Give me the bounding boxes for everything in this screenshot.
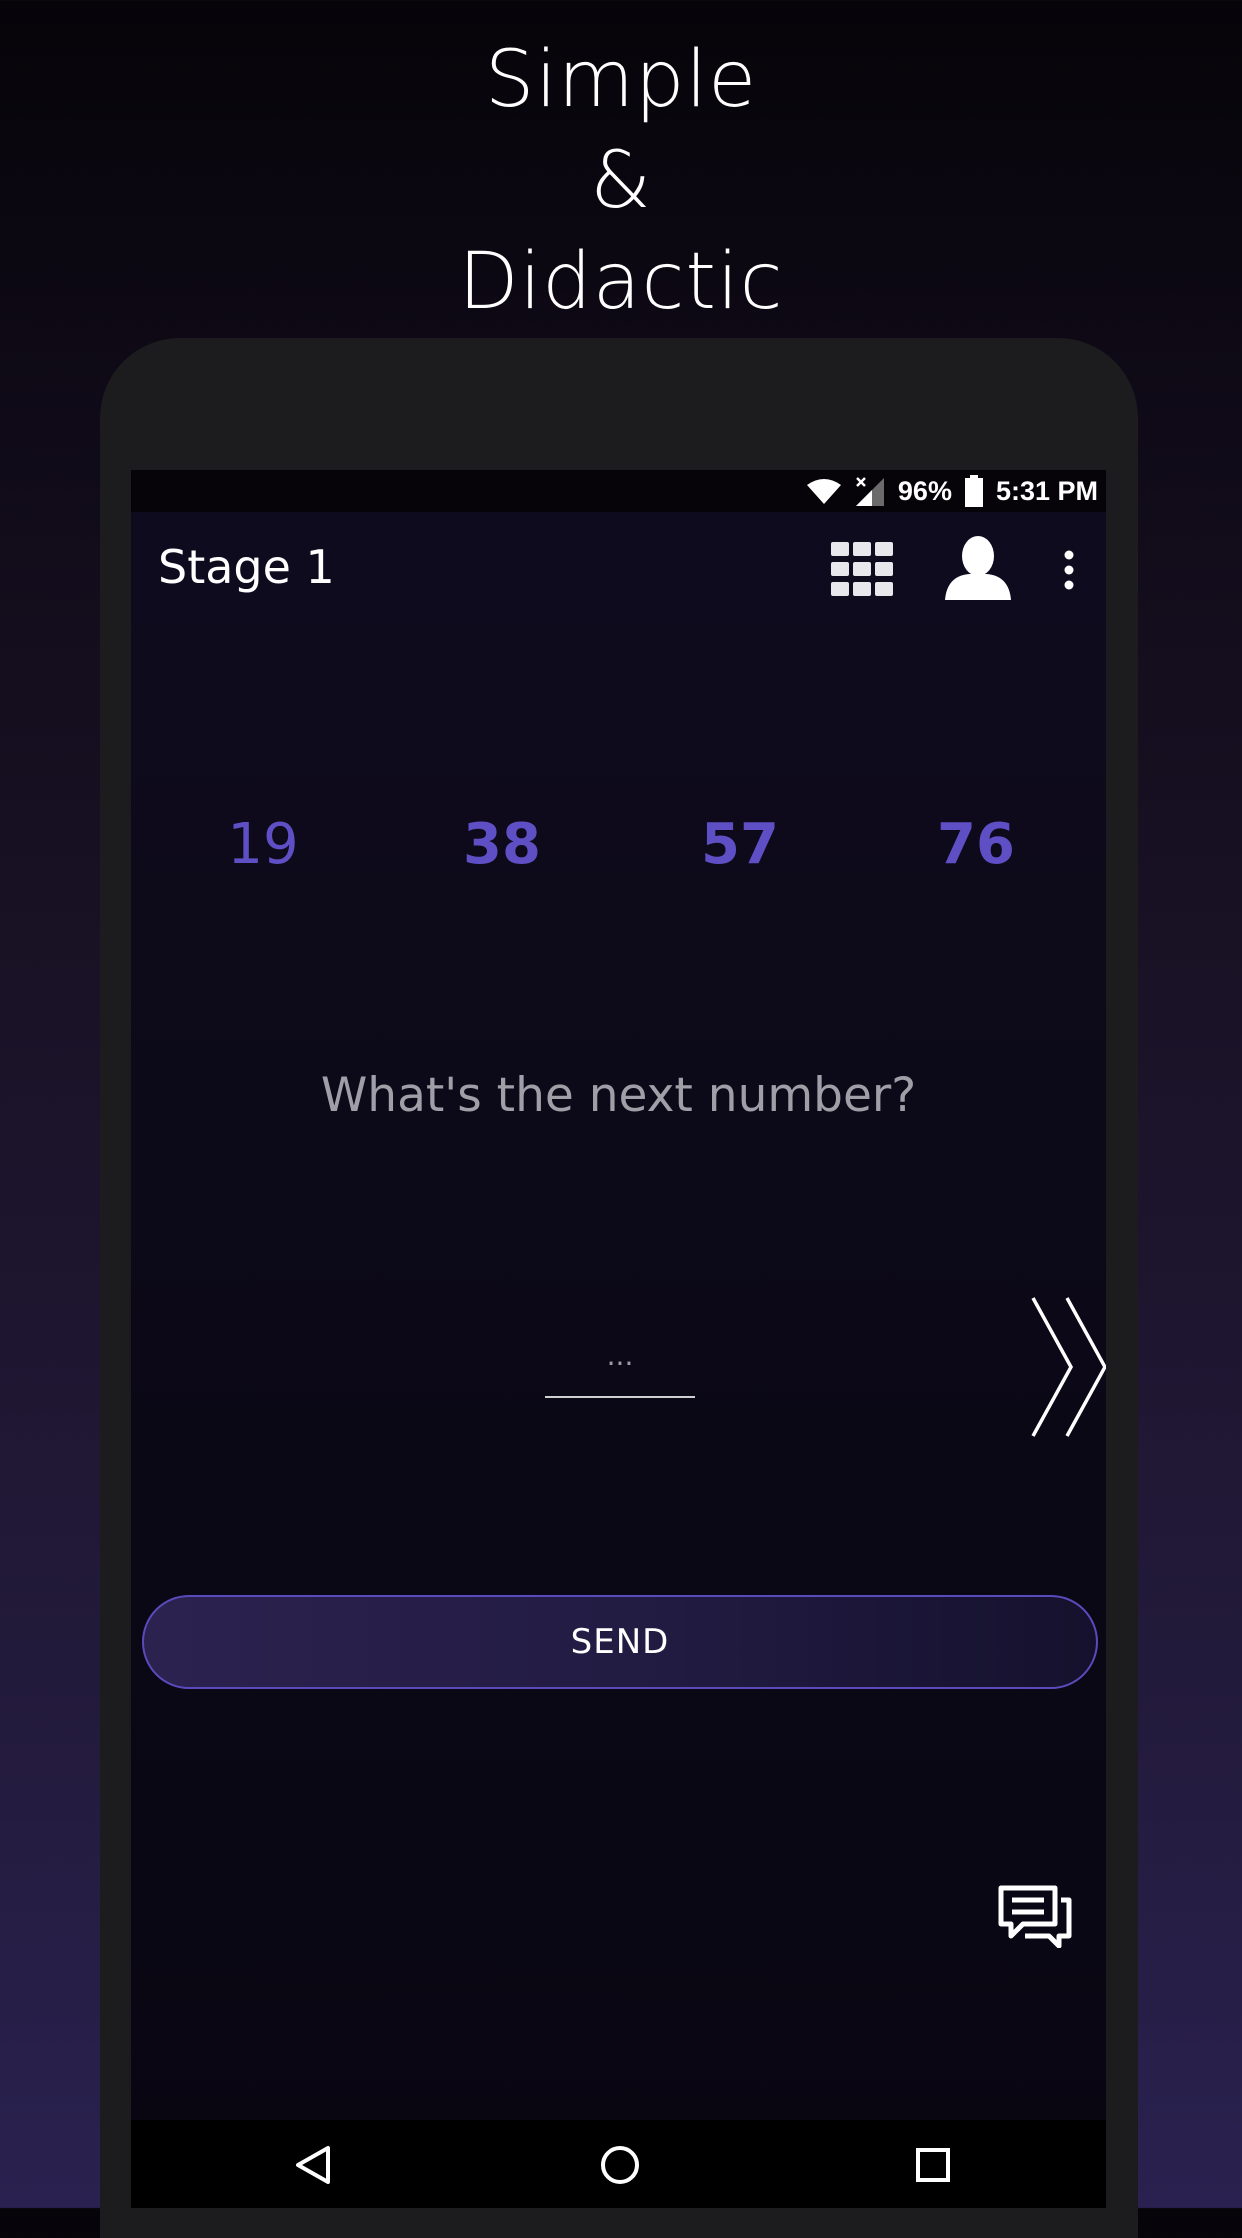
- skip-chevron-icon[interactable]: [1029, 1296, 1106, 1438]
- app-bar: Stage 1: [131, 512, 1106, 624]
- promo-line-1: Simple: [484, 35, 758, 125]
- back-icon[interactable]: [292, 2144, 332, 2186]
- status-bar: 96% 5:31 PM: [131, 470, 1106, 512]
- promo-headline: Simple & Didactic: [0, 30, 1242, 333]
- send-button[interactable]: SEND: [142, 1595, 1098, 1689]
- grid-icon[interactable]: [831, 542, 893, 596]
- system-nav-bar: [131, 2120, 1106, 2208]
- sequence-number: 57: [701, 812, 779, 877]
- sequence-number: 76: [937, 812, 1015, 877]
- clock-time: 5:31 PM: [995, 475, 1098, 506]
- recents-icon[interactable]: [915, 2147, 951, 2183]
- battery-icon: [964, 475, 983, 507]
- wifi-icon: [806, 479, 841, 504]
- promo-line-2: &: [590, 136, 652, 226]
- question-text: What's the next number?: [320, 1068, 917, 1123]
- overflow-menu-icon[interactable]: [1063, 550, 1075, 590]
- app-screen: 96% 5:31 PM Stage 1 19 38 57 76 What's t…: [131, 470, 1106, 2208]
- home-icon[interactable]: [600, 2145, 640, 2185]
- promo-line-3: Didactic: [458, 237, 784, 327]
- answer-input[interactable]: ...: [545, 1336, 695, 1398]
- battery-percent: 96%: [897, 475, 952, 506]
- answer-placeholder: ...: [606, 1339, 634, 1372]
- sequence-number: 19: [227, 812, 299, 877]
- sequence-number: 38: [463, 812, 541, 877]
- chat-icon[interactable]: [997, 1884, 1073, 1948]
- stage-title: Stage 1: [158, 540, 335, 594]
- sequence-numbers: 19 38 57 76: [131, 812, 1106, 892]
- profile-icon[interactable]: [943, 534, 1013, 600]
- no-signal-icon: [855, 477, 884, 506]
